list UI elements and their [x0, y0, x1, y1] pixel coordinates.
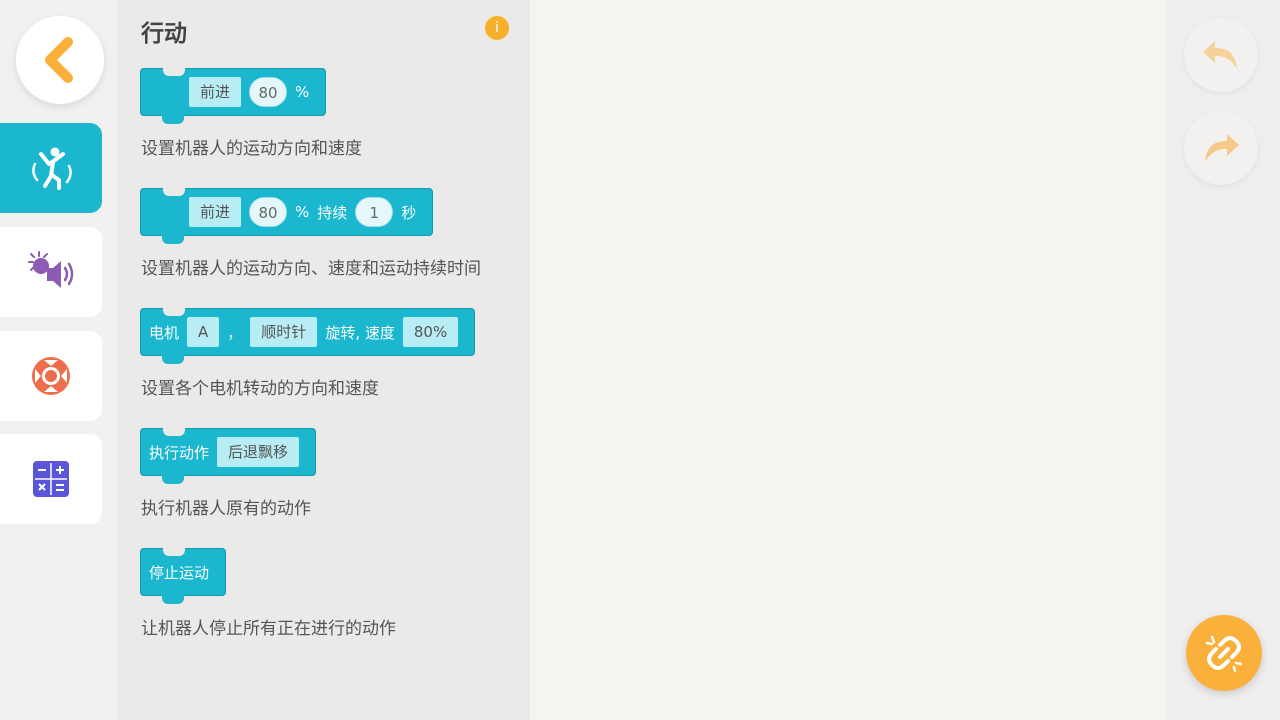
- link-icon: [1205, 635, 1243, 673]
- direction-dropdown[interactable]: 前进: [189, 197, 242, 227]
- redo-button[interactable]: [1184, 111, 1258, 185]
- info-icon[interactable]: i: [485, 16, 509, 40]
- speed-input[interactable]: 80: [249, 197, 288, 227]
- back-button[interactable]: [16, 16, 104, 104]
- speed-input[interactable]: 80: [249, 77, 288, 107]
- perform-action-label: 执行动作: [149, 443, 210, 462]
- calculator-icon: [33, 461, 69, 497]
- motor-label: 电机: [149, 323, 180, 342]
- code-workspace[interactable]: [530, 0, 1166, 720]
- block-stop-motion[interactable]: 停止运动: [140, 548, 227, 604]
- action-dropdown[interactable]: 后退飘移: [217, 437, 300, 467]
- block-description: 执行机器人原有的动作: [141, 499, 311, 519]
- block-description: 设置各个电机转动的方向和速度: [141, 379, 379, 399]
- right-toolbar: [1166, 0, 1280, 720]
- palette-title: 行动: [141, 21, 187, 47]
- motor-port-dropdown[interactable]: A: [187, 317, 220, 347]
- rotation-direction-dropdown[interactable]: 顺时针: [250, 317, 318, 347]
- undo-button[interactable]: [1184, 18, 1258, 92]
- connect-button[interactable]: [1186, 615, 1262, 691]
- block-motor-rotate[interactable]: 电机 A ， 顺时针 旋转, 速度 80%: [140, 308, 476, 364]
- category-tab-light-sound[interactable]: [0, 227, 102, 317]
- rotate-speed-label: 旋转, 速度: [325, 323, 395, 342]
- motor-speed-dropdown[interactable]: 80%: [402, 317, 459, 347]
- comma-label: ，: [227, 323, 243, 342]
- stop-motion-label: 停止运动: [149, 563, 210, 582]
- category-tab-motion[interactable]: [0, 123, 102, 213]
- category-tab-math[interactable]: [0, 434, 102, 524]
- redo-icon: [1205, 134, 1239, 162]
- block-palette: 行动 i 前进 80 % 设置机器人的运动方向和速度 前进 80 % 持续 1 …: [118, 0, 530, 720]
- seconds-label: 秒: [401, 203, 417, 222]
- block-description: 设置机器人的运动方向和速度: [141, 139, 362, 159]
- duration-input[interactable]: 1: [355, 197, 394, 227]
- dancing-robot-icon: [32, 147, 72, 190]
- block-move-forward[interactable]: 前进 80 %: [140, 68, 327, 124]
- lifebuoy-icon: [32, 357, 70, 395]
- category-tab-control[interactable]: [0, 331, 102, 421]
- undo-icon: [1203, 41, 1237, 69]
- block-description: 让机器人停止所有正在进行的动作: [141, 619, 396, 639]
- back-arrow-icon: [45, 37, 73, 83]
- percent-label: %: [295, 203, 310, 221]
- block-description: 设置机器人的运动方向、速度和运动持续时间: [141, 259, 481, 279]
- category-rail: [0, 0, 118, 720]
- direction-dropdown[interactable]: 前进: [189, 77, 242, 107]
- duration-label: 持续: [317, 203, 348, 222]
- block-move-forward-duration[interactable]: 前进 80 % 持续 1 秒: [140, 188, 434, 244]
- light-sound-icon: [28, 251, 74, 288]
- block-perform-action[interactable]: 执行动作 后退飘移: [140, 428, 317, 484]
- percent-label: %: [295, 83, 310, 101]
